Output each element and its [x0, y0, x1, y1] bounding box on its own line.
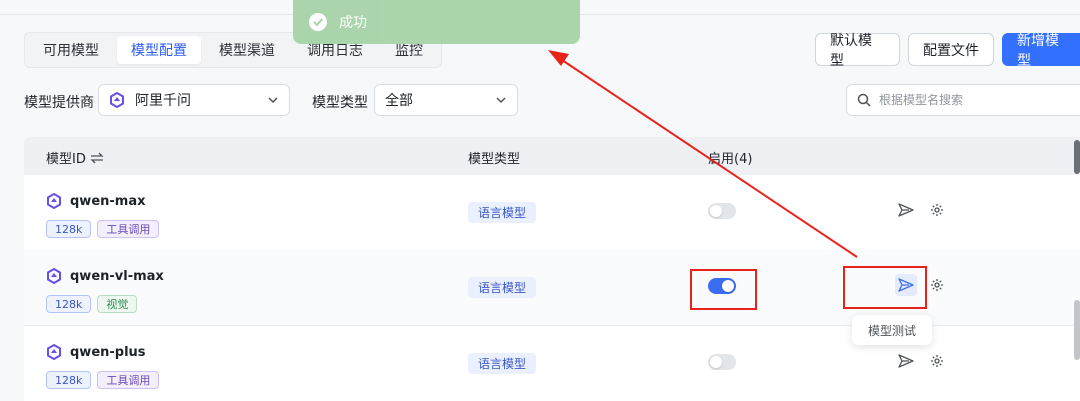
context-tag: 128k: [46, 371, 92, 389]
add-model-button[interactable]: 新增模型: [1002, 33, 1080, 69]
tab-available-models[interactable]: 可用模型: [29, 36, 113, 64]
model-settings-button[interactable]: [926, 350, 948, 372]
context-tag: 128k: [46, 220, 92, 238]
qwen-logo-icon: [47, 268, 61, 284]
search-box[interactable]: [846, 84, 1080, 116]
chevron-down-icon: [268, 97, 278, 104]
chevron-down-icon: [496, 97, 506, 104]
enable-toggle[interactable]: [708, 203, 736, 219]
send-icon: [898, 203, 914, 217]
annotation-box-test: [843, 266, 927, 309]
capability-tag: 工具调用: [97, 220, 160, 238]
gear-icon: [931, 204, 943, 216]
test-model-button[interactable]: [895, 350, 917, 372]
default-model-button[interactable]: 默认模型: [815, 33, 900, 69]
model-name-cell: qwen-vl-max: [46, 268, 164, 284]
enable-toggle[interactable]: [708, 354, 736, 370]
model-type-tag: 语言模型: [468, 353, 537, 374]
model-settings-button[interactable]: [926, 199, 948, 221]
model-type-tag: 语言模型: [468, 202, 537, 223]
capability-tag: 视觉: [97, 295, 138, 313]
qwen-logo-icon: [47, 193, 61, 209]
type-label: 模型类型: [312, 95, 368, 111]
send-icon: [898, 354, 914, 368]
header-model-id[interactable]: 模型ID: [46, 148, 104, 167]
tab-model-config[interactable]: 模型配置: [117, 36, 201, 64]
model-type-tag: 语言模型: [468, 277, 537, 298]
table-header: 模型ID 模型类型 启用(4): [24, 137, 1080, 175]
qwen-logo-icon: [109, 92, 125, 108]
provider-label: 模型提供商: [24, 95, 94, 111]
header-enabled: 启用(4): [708, 152, 753, 167]
provider-select[interactable]: 阿里千问: [98, 84, 290, 116]
model-name-cell: qwen-plus: [46, 344, 146, 360]
type-select-value: 全部: [385, 93, 413, 109]
search-icon: [857, 93, 871, 107]
tooltip: 模型测试: [852, 315, 932, 345]
tab-model-channels[interactable]: 模型渠道: [205, 36, 289, 64]
toast-message: 成功: [339, 15, 367, 31]
success-toast: 成功: [293, 0, 580, 44]
header-model-type: 模型类型: [468, 152, 521, 167]
qwen-logo-icon: [47, 344, 61, 360]
model-name: qwen-plus: [70, 344, 146, 360]
context-tag: 128k: [46, 295, 92, 313]
model-name: qwen-max: [70, 193, 146, 209]
gear-icon: [931, 355, 943, 367]
config-file-button[interactable]: 配置文件: [908, 33, 994, 66]
type-select[interactable]: 全部: [374, 84, 518, 116]
scrollbar-thumb-secondary[interactable]: [1074, 300, 1080, 360]
model-name: qwen-vl-max: [70, 268, 164, 284]
scrollbar-thumb[interactable]: [1074, 140, 1080, 174]
gear-icon: [931, 279, 943, 291]
capability-tag: 工具调用: [97, 371, 160, 389]
annotation-box-toggle: [690, 269, 757, 310]
model-name-cell: qwen-max: [46, 193, 146, 209]
check-circle-icon: [309, 13, 327, 31]
header-model-id-label: 模型ID: [46, 152, 86, 167]
provider-select-value: 阿里千问: [135, 93, 191, 109]
test-model-button[interactable]: [895, 199, 917, 221]
model-settings-button[interactable]: [926, 274, 948, 296]
swap-icon[interactable]: [90, 152, 104, 164]
table-row: qwen-max 128k 工具调用 语言模型: [24, 175, 1080, 251]
search-input[interactable]: [879, 93, 1059, 107]
